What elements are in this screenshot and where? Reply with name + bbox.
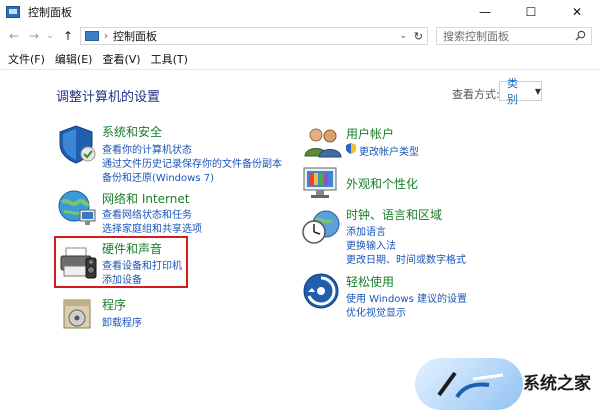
control-panel-icon	[6, 6, 20, 18]
maximize-button[interactable]: ☐	[508, 0, 554, 24]
watermark-logo-icon	[437, 371, 504, 399]
network-internet-link[interactable]: 网络和 Internet	[102, 190, 189, 207]
backup-restore-link[interactable]: 备份和还原(Windows 7)	[102, 169, 214, 184]
breadcrumb-separator-icon: ›	[104, 30, 108, 42]
user-accounts-icon[interactable]	[303, 126, 343, 158]
search-input[interactable]: 搜索控制面板	[443, 28, 509, 44]
back-button[interactable]: ←	[6, 29, 22, 43]
view-by-value: 类别	[507, 77, 518, 106]
page-title: 调整计算机的设置	[56, 90, 161, 105]
up-button[interactable]: ↑	[60, 29, 76, 43]
clock-language-region-link[interactable]: 时钟、语言和区域	[346, 206, 442, 223]
optimize-visual-display-link[interactable]: 优化视觉显示	[346, 304, 406, 319]
search-box[interactable]: 搜索控制面板	[436, 27, 592, 45]
file-history-link[interactable]: 通过文件历史记录保存你的文件备份副本	[102, 155, 282, 170]
view-computer-status-link[interactable]: 查看你的计算机状态	[102, 141, 192, 156]
control-panel-icon	[85, 31, 99, 41]
appearance-icon[interactable]	[301, 165, 343, 201]
address-bar[interactable]: › 控制面板 ⌄ ↻	[80, 27, 428, 45]
chevron-down-icon: ▼	[534, 86, 541, 96]
add-language-link[interactable]: 添加语言	[346, 223, 386, 238]
homegroup-sharing-link[interactable]: 选择家庭组和共享选项	[102, 220, 202, 235]
window-title: 控制面板	[28, 6, 72, 19]
watermark-text: 系统之家	[523, 374, 591, 394]
menu-bar: 文件(F) 编辑(E) 查看(V) 工具(T)	[0, 50, 600, 68]
address-dropdown-icon[interactable]: ⌄	[399, 31, 407, 41]
change-date-time-format-link[interactable]: 更改日期、时间或数字格式	[346, 251, 466, 266]
view-by-label: 查看方式:	[452, 88, 500, 101]
programs-icon[interactable]	[60, 296, 96, 332]
clock-language-icon[interactable]	[300, 208, 342, 246]
uninstall-program-link[interactable]: 卸载程序	[102, 314, 142, 329]
appearance-personalization-link[interactable]: 外观和个性化	[346, 175, 418, 192]
window-controls: — ☐ ✕	[462, 0, 600, 24]
recent-locations-button[interactable]: ⌄	[42, 31, 58, 41]
system-security-link[interactable]: 系统和安全	[102, 123, 162, 140]
view-by-select[interactable]: 类别 ▼	[499, 77, 542, 106]
search-icon[interactable]	[575, 30, 586, 41]
forward-button[interactable]: →	[26, 29, 42, 43]
change-input-method-link[interactable]: 更换输入法	[346, 237, 396, 252]
recommended-settings-link[interactable]: 使用 Windows 建议的设置	[346, 290, 467, 305]
menu-view[interactable]: 查看(V)	[102, 51, 140, 67]
breadcrumb-control-panel[interactable]: 控制面板	[113, 28, 157, 44]
highlight-box	[54, 236, 188, 288]
minimize-button[interactable]: —	[462, 0, 508, 24]
refresh-icon[interactable]: ↻	[414, 30, 423, 43]
uac-shield-icon	[346, 143, 356, 154]
menu-edit[interactable]: 编辑(E)	[55, 51, 93, 67]
change-account-type-link[interactable]: 更改帐户类型	[359, 143, 419, 158]
title-bar: 控制面板 — ☐ ✕	[0, 0, 600, 24]
programs-link[interactable]: 程序	[102, 296, 126, 313]
ease-of-access-link[interactable]: 轻松使用	[346, 273, 394, 290]
menu-tools[interactable]: 工具(T)	[151, 51, 188, 67]
ease-of-access-icon[interactable]	[302, 272, 340, 310]
navigation-bar: ← → ⌄ ↑ › 控制面板 ⌄ ↻ 搜索控制面板	[0, 24, 600, 48]
close-button[interactable]: ✕	[554, 0, 600, 24]
network-icon[interactable]	[56, 188, 98, 228]
watermark: 系统之家	[405, 355, 600, 413]
menu-divider	[0, 69, 600, 70]
network-status-link[interactable]: 查看网络状态和任务	[102, 206, 192, 221]
menu-file[interactable]: 文件(F)	[8, 51, 45, 67]
shield-icon[interactable]	[56, 124, 98, 164]
user-accounts-link[interactable]: 用户帐户	[346, 125, 394, 142]
